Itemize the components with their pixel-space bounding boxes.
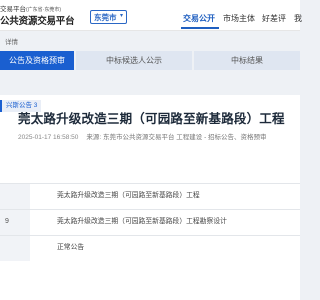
- logo-line2: 公共资源交易平台: [0, 16, 75, 27]
- nav-active-indicator: [181, 27, 219, 29]
- logo-line1: 交易平台(广东省·东莞市): [0, 3, 61, 13]
- nav-item-more[interactable]: 我: [294, 13, 302, 24]
- breadcrumb[interactable]: 详情: [5, 36, 18, 46]
- article-meta: 2025-01-17 16:58:50 来源: 东莞市公共资源交易平台 工程建设 …: [18, 131, 267, 141]
- table-row: 正常公告: [0, 235, 300, 261]
- source-text: 来源: 东莞市公共资源交易平台 工程建设 - 招标公告、资格预审: [86, 134, 267, 141]
- row-label: 9: [0, 210, 30, 235]
- nav-item-trading[interactable]: 交易公开: [183, 13, 215, 24]
- chevron-down-icon: ▾: [119, 13, 123, 19]
- table-row: 莞太路升级改造三期（可园路至新基路段）工程: [0, 183, 300, 209]
- row-value: 莞太路升级改造三期（可园路至新基路段）工程勘察设计: [57, 218, 227, 225]
- row-label: [0, 236, 30, 261]
- publish-date: 2025-01-17 16:58:50: [18, 134, 79, 141]
- city-select[interactable]: 东莞市 ▾: [90, 10, 127, 24]
- row-value: 莞太路升级改造三期（可园路至新基路段）工程: [57, 192, 200, 199]
- city-select-value: 东莞市: [94, 13, 117, 22]
- table-row: 9 莞太路升级改造三期（可园路至新基路段）工程勘察设计: [0, 209, 300, 235]
- logo-line1-text: 交易平台: [0, 6, 26, 13]
- tab-announcement[interactable]: 公告及资格预审: [0, 51, 74, 70]
- page-title: 莞太路升级改造三期（可园路至新基路段）工程: [18, 112, 285, 126]
- nav-item-market[interactable]: 市场主体: [223, 13, 255, 24]
- row-label: [0, 184, 30, 209]
- stage-tabs: 公告及资格预审 中标候选人公示 中标结果: [0, 51, 300, 71]
- row-value: 正常公告: [57, 244, 85, 251]
- tab-result[interactable]: 中标结果: [194, 51, 300, 70]
- tab-candidates[interactable]: 中标候选人公示: [76, 51, 192, 70]
- top-header: 交易平台(广东省·东莞市) 公共资源交易平台 东莞市 ▾ 交易公开 市场主体 好…: [0, 0, 302, 31]
- site-logo[interactable]: 交易平台(广东省·东莞市) 公共资源交易平台: [0, 2, 90, 28]
- nav-item-rating[interactable]: 好差评: [262, 13, 286, 24]
